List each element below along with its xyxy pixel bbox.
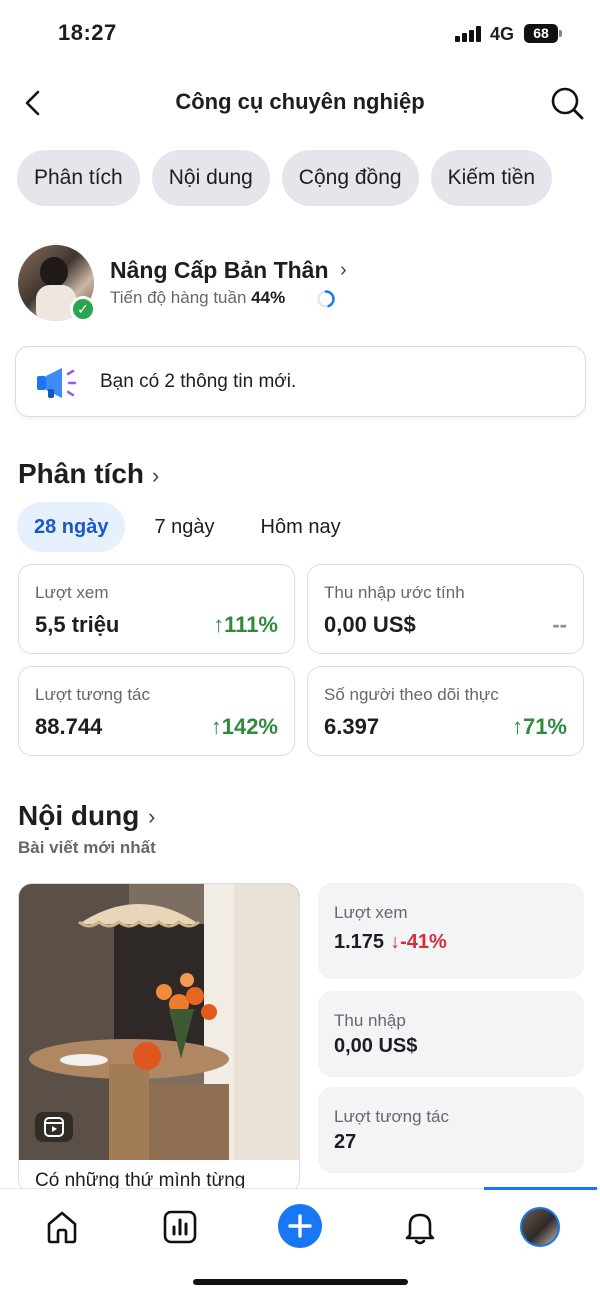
home-icon xyxy=(47,1211,77,1244)
metric-value: 1.175 ↓-41% xyxy=(334,931,447,953)
chart-icon xyxy=(163,1210,197,1244)
range-today[interactable]: Hôm nay xyxy=(244,502,358,552)
stat-card-views[interactable]: Lượt xem 5,5 triệu ↑111% xyxy=(18,564,295,654)
weekly-progress: Tiến độ hàng tuần 44% xyxy=(110,288,285,308)
signal-icon xyxy=(455,26,483,42)
metric-value: 0,00 US$ xyxy=(334,1035,418,1057)
stat-value: 88.744 xyxy=(35,714,103,739)
chevron-right-icon[interactable]: › xyxy=(148,804,155,830)
nav-home[interactable] xyxy=(42,1207,82,1247)
home-indicator xyxy=(193,1279,408,1285)
stat-change: -- xyxy=(552,612,567,637)
notification-banner[interactable]: Bạn có 2 thông tin mới. xyxy=(15,346,586,417)
weekly-progress-value: 44% xyxy=(251,288,286,307)
reel-icon xyxy=(35,1112,73,1142)
stat-change: ↑142% xyxy=(210,714,278,739)
category-tabs: Phân tích Nội dung Cộng đồng Kiếm tiền xyxy=(17,150,553,206)
post-thumbnail xyxy=(19,884,299,1160)
status-bar: 18:27 4G 68 xyxy=(0,0,600,66)
progress-ring-icon xyxy=(317,290,335,308)
active-tab-indicator xyxy=(484,1187,597,1190)
stat-change: ↑71% xyxy=(511,714,567,739)
status-time: 18:27 xyxy=(58,20,117,45)
metric-change: ↓-41% xyxy=(390,931,447,953)
arrow-up-icon: ↑ xyxy=(511,714,523,739)
metric-label: Lượt tương tác xyxy=(334,1107,449,1126)
arrow-down-icon: ↓ xyxy=(390,931,401,953)
create-button[interactable] xyxy=(278,1204,322,1248)
weekly-progress-label: Tiến độ hàng tuần xyxy=(110,288,247,307)
megaphone-icon xyxy=(37,368,77,398)
content-section-title[interactable]: Nội dung xyxy=(18,800,139,832)
network-label: 4G xyxy=(490,24,515,44)
stat-label: Số người theo dõi thực xyxy=(324,685,499,704)
stat-card-estimated-earnings[interactable]: Thu nhập ước tính 0,00 US$ -- xyxy=(307,564,584,654)
post-metric-views: Lượt xem 1.175 ↓-41% xyxy=(318,883,584,979)
stat-card-interactions[interactable]: Lượt tương tác 88.744 ↑142% xyxy=(18,666,295,756)
nav-notifications[interactable] xyxy=(400,1207,440,1247)
tab-community[interactable]: Cộng đồng xyxy=(281,150,419,206)
header: Công cụ chuyên nghiệp xyxy=(0,76,600,130)
tab-analytics[interactable]: Phân tích xyxy=(17,150,140,206)
stat-label: Lượt tương tác xyxy=(35,685,150,704)
search-icon xyxy=(551,87,584,120)
metric-label: Thu nhập xyxy=(334,1011,406,1030)
nav-profile-avatar[interactable] xyxy=(520,1207,560,1247)
bell-icon xyxy=(405,1213,435,1245)
tab-monetization[interactable]: Kiếm tiền xyxy=(430,150,553,206)
profile-name: Nâng Cấp Bản Thân xyxy=(110,257,329,283)
profile-summary[interactable]: ✓ Nâng Cấp Bản Thân › Tiến độ hàng tuần … xyxy=(18,245,578,323)
stat-label: Lượt xem xyxy=(35,583,109,602)
battery-icon: 68 xyxy=(524,24,562,43)
content-subtitle: Bài viết mới nhất xyxy=(18,838,156,857)
stat-card-followers[interactable]: Số người theo dõi thực 6.397 ↑71% xyxy=(307,666,584,756)
stat-value: 6.397 xyxy=(324,714,380,739)
analytics-section-title[interactable]: Phân tích xyxy=(18,458,144,490)
page-title: Công cụ chuyên nghiệp xyxy=(175,89,425,114)
stat-value: 5,5 triệu xyxy=(35,612,120,637)
chevron-right-icon[interactable]: › xyxy=(152,463,159,489)
latest-post-card[interactable]: Có những thứ mình từng xyxy=(18,883,300,1193)
stat-change: ↑111% xyxy=(213,612,278,637)
post-metric-earnings: Thu nhập 0,00 US$ xyxy=(318,991,584,1077)
range-28-days[interactable]: 28 ngày xyxy=(17,502,126,552)
metric-value: 27 xyxy=(334,1131,357,1153)
stat-label: Thu nhập ước tính xyxy=(324,583,465,602)
verified-check-icon: ✓ xyxy=(70,296,96,322)
arrow-up-icon: ↑ xyxy=(210,714,222,739)
nav-insights[interactable] xyxy=(160,1207,200,1247)
notification-text: Bạn có 2 thông tin mới. xyxy=(100,371,297,392)
post-metric-interactions: Lượt tương tác 27 xyxy=(318,1087,584,1173)
plus-icon xyxy=(288,1214,312,1238)
range-7-days[interactable]: 7 ngày xyxy=(137,502,231,552)
arrow-up-icon: ↑ xyxy=(213,612,225,637)
search-button[interactable] xyxy=(548,84,586,122)
stat-value: 0,00 US$ xyxy=(324,612,416,637)
date-range-tabs: 28 ngày 7 ngày Hôm nay xyxy=(17,502,370,552)
tab-content[interactable]: Nội dung xyxy=(151,150,270,206)
metric-label: Lượt xem xyxy=(334,903,408,922)
chevron-right-icon: › xyxy=(340,259,347,281)
